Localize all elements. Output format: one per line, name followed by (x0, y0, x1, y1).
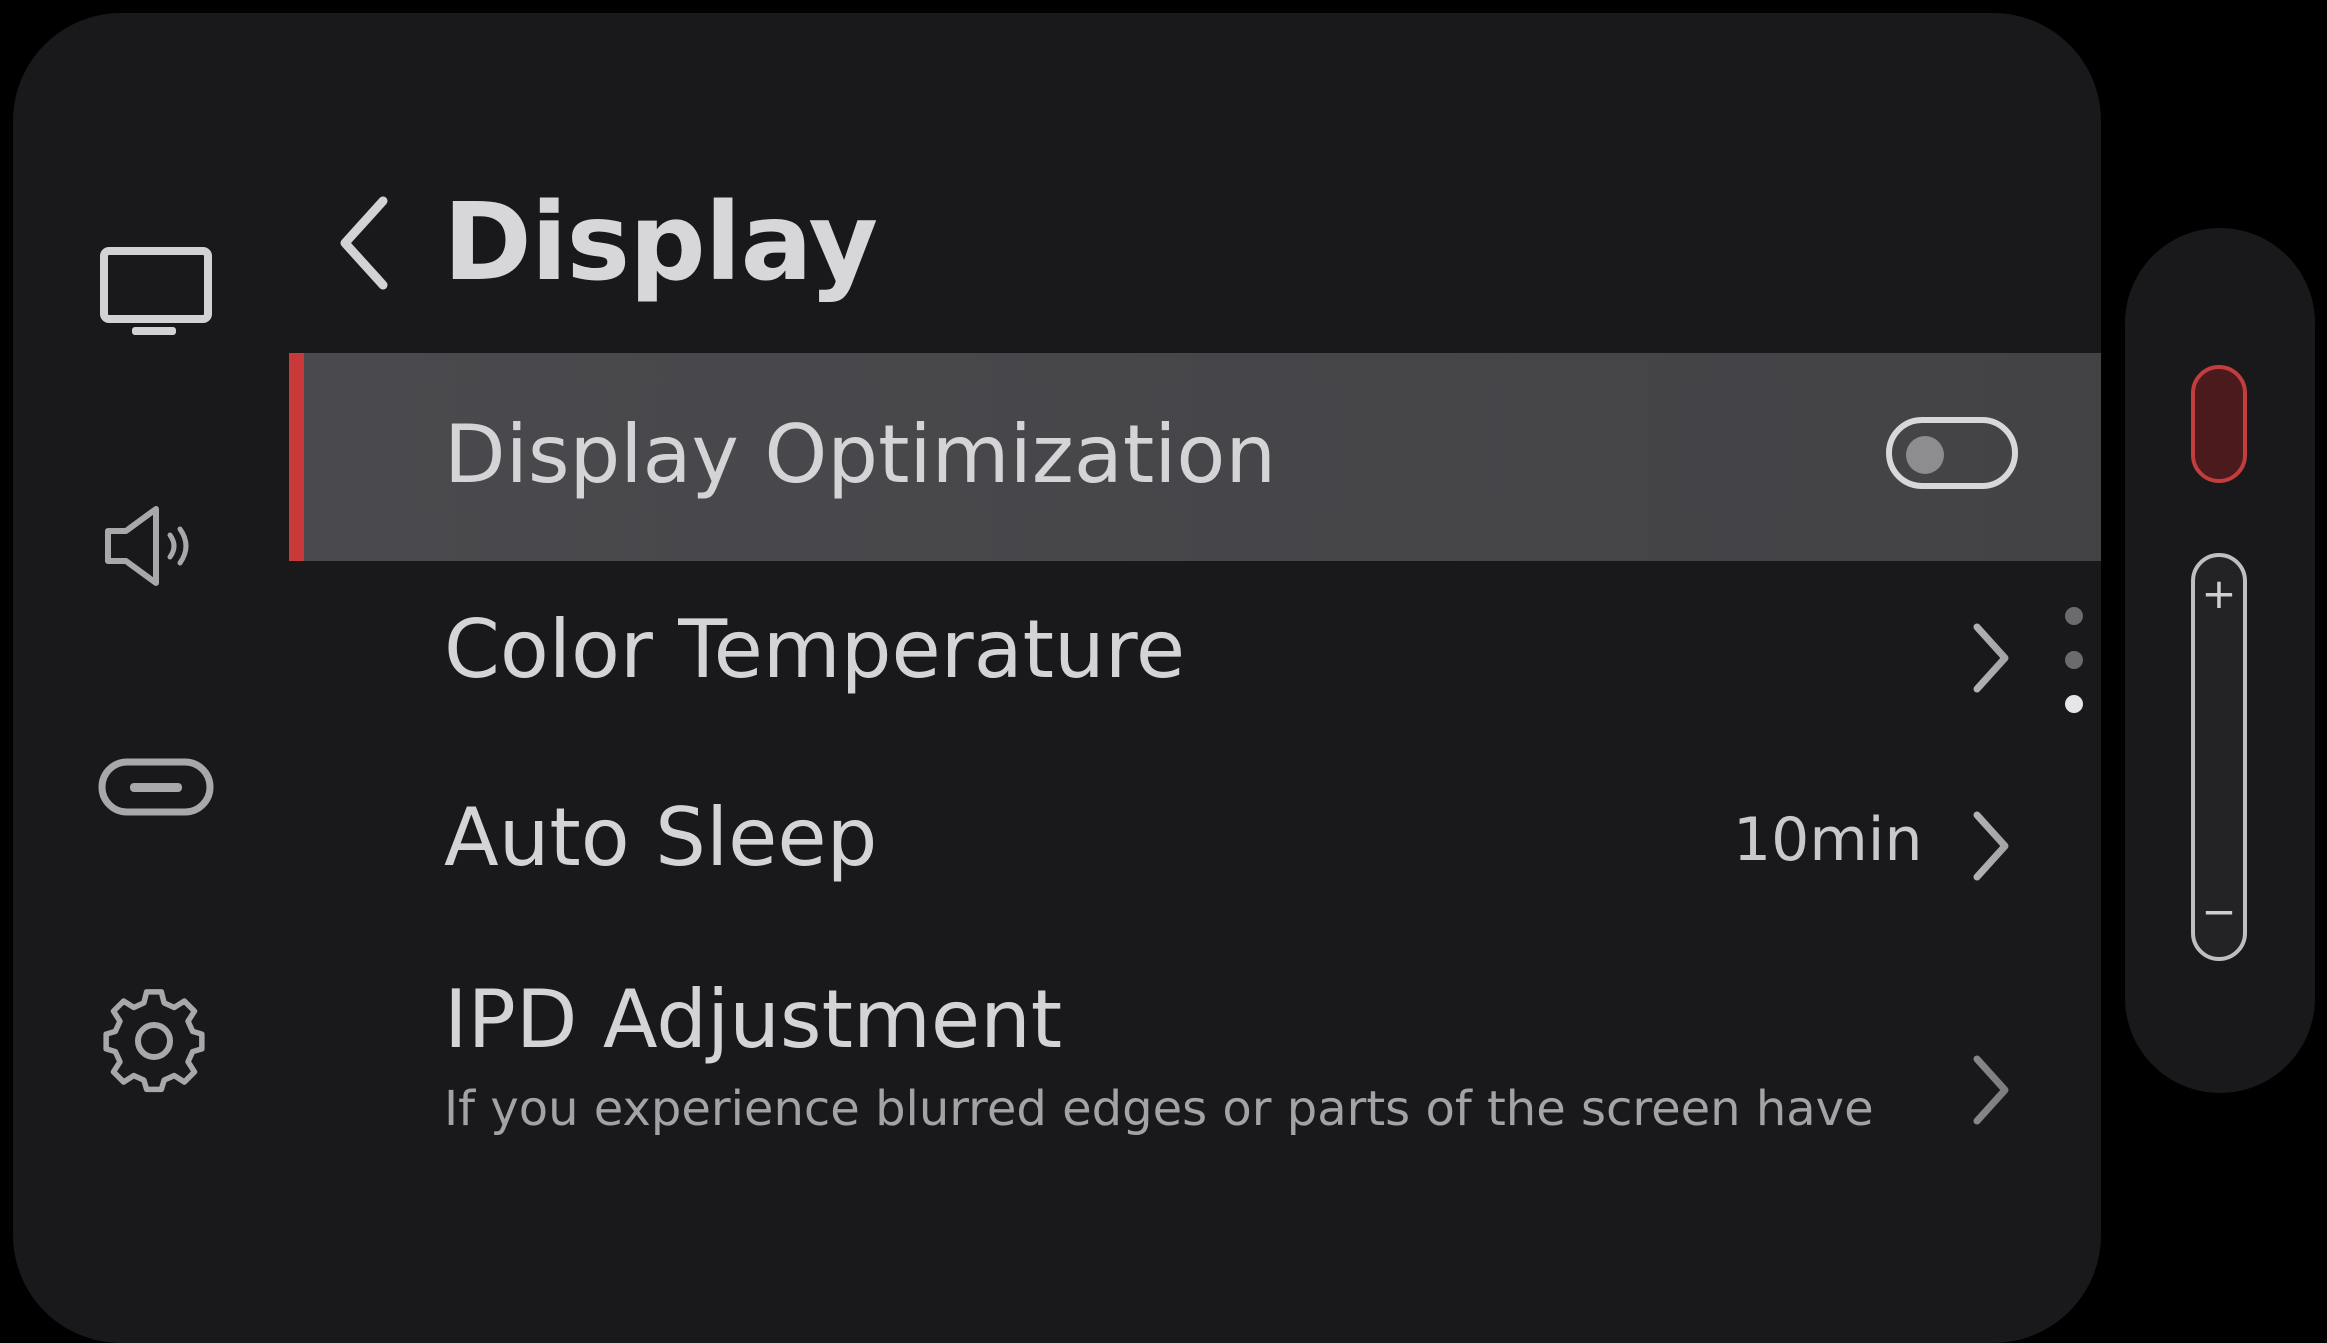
setting-ipd-adjustment[interactable]: IPD Adjustment If you experience blurred… (289, 963, 2101, 1183)
back-button[interactable] (331, 193, 399, 293)
setting-label: IPD Adjustment (444, 973, 1063, 1066)
display-optimization-toggle[interactable] (1886, 417, 2018, 489)
speaker-icon[interactable] (88, 491, 218, 601)
scroll-fade (1918, 573, 2101, 1233)
page-dot[interactable] (2065, 607, 2083, 625)
volume-minus-icon[interactable]: − (2195, 887, 2243, 937)
settings-panel: Display Display Optimization Color Tempe… (13, 13, 2101, 1343)
setting-label: Display Optimization (444, 408, 1277, 501)
page-dot[interactable] (2065, 651, 2083, 669)
chevron-left-icon (340, 196, 388, 290)
setting-display-optimization[interactable]: Display Optimization (289, 353, 2101, 561)
setting-auto-sleep[interactable]: Auto Sleep 10min (289, 761, 2101, 931)
volume-slider[interactable]: + − (2191, 553, 2247, 961)
setting-description: If you experience blurred edges or parts… (444, 1081, 1874, 1137)
monitor-icon[interactable] (88, 235, 218, 345)
setting-label: Auto Sleep (444, 791, 878, 884)
toggle-knob (1906, 436, 1944, 474)
page-title: Display (443, 181, 878, 305)
power-button[interactable] (2191, 365, 2247, 483)
selection-indicator (289, 353, 304, 561)
setting-label: Color Temperature (444, 603, 1186, 696)
side-controller: + − (2125, 228, 2315, 1093)
page-dot-active[interactable] (2065, 695, 2083, 713)
pill-button-icon[interactable] (88, 748, 218, 828)
gear-icon[interactable] (88, 981, 218, 1101)
auto-sleep-value: 10min (1733, 805, 1923, 875)
volume-plus-icon[interactable]: + (2195, 569, 2243, 619)
setting-color-temperature[interactable]: Color Temperature (289, 573, 2101, 743)
